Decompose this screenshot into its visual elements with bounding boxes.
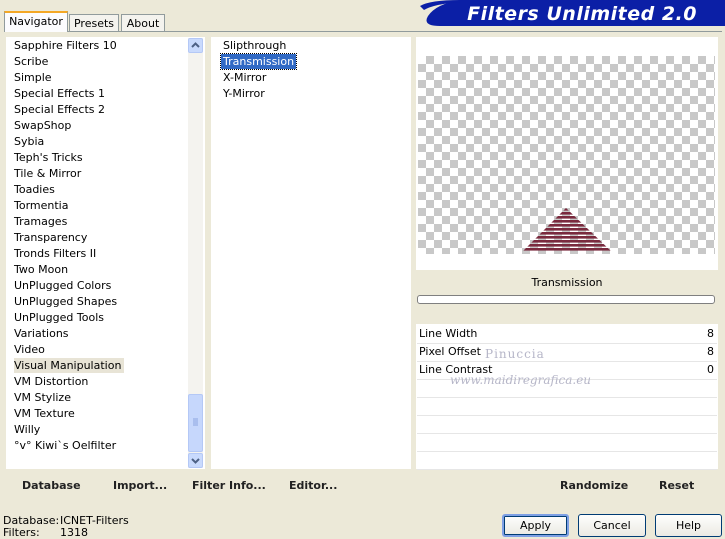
watermark-name: Pinuccia <box>485 347 545 361</box>
title-banner: Filters Unlimited 2.0 <box>420 0 725 26</box>
filter-progress-bar <box>417 295 715 304</box>
chevron-down-icon <box>191 458 200 464</box>
app-title: Filters Unlimited 2.0 <box>467 3 697 25</box>
category-item[interactable]: SwapShop <box>14 118 74 133</box>
scroll-down-button[interactable] <box>188 453 203 468</box>
filter-name-label: Transmission <box>416 272 718 292</box>
category-item[interactable]: Transparency <box>14 230 90 245</box>
parameter-row[interactable]: Line Width 8 <box>417 326 717 344</box>
category-item[interactable]: Tramages <box>14 214 70 229</box>
category-item[interactable]: Special Effects 1 <box>14 86 108 101</box>
category-item[interactable]: °v° Kiwi`s Oelfilter <box>14 438 119 453</box>
category-item[interactable]: Willy <box>14 422 43 437</box>
parameter-row <box>417 398 717 416</box>
category-item[interactable]: Visual Manipulation <box>14 358 125 373</box>
tab-navigator[interactable]: Navigator <box>4 11 68 32</box>
filter-info-button[interactable]: Filter Info... <box>192 479 266 492</box>
cancel-button[interactable]: Cancel <box>578 514 646 537</box>
filter-item[interactable]: Transmission <box>219 53 298 70</box>
filters-count-value: 1318 <box>60 526 88 539</box>
preview-shape <box>522 208 612 251</box>
category-item[interactable]: Special Effects 2 <box>14 102 108 117</box>
category-item[interactable]: Video <box>14 342 48 357</box>
category-item[interactable]: UnPlugged Tools <box>14 310 107 325</box>
scroll-up-button[interactable] <box>188 38 203 53</box>
parameter-label: Line Width <box>419 327 478 340</box>
category-item[interactable]: Tile & Mirror <box>14 166 84 181</box>
preview-image <box>418 56 715 254</box>
category-item[interactable]: VM Texture <box>14 406 78 421</box>
category-item[interactable]: UnPlugged Shapes <box>14 294 120 309</box>
parameter-value[interactable]: 8 <box>707 327 714 340</box>
database-button[interactable]: Database <box>22 479 81 492</box>
category-item[interactable]: Sybia <box>14 134 47 149</box>
category-item[interactable]: Tronds Filters II <box>14 246 99 261</box>
filter-item[interactable]: Y-Mirror <box>221 86 267 101</box>
grip-icon <box>193 418 198 426</box>
watermark-url: www.maidiregrafica.eu <box>450 373 592 387</box>
category-item[interactable]: Toadies <box>14 182 58 197</box>
parameter-value[interactable]: 0 <box>707 363 714 376</box>
category-item[interactable]: VM Distortion <box>14 374 91 389</box>
category-item[interactable]: Tormentia <box>14 198 71 213</box>
category-item[interactable]: Simple <box>14 70 55 85</box>
reset-button[interactable]: Reset <box>659 479 694 492</box>
parameter-row[interactable]: Pixel Offset 8 <box>417 344 717 362</box>
parameter-row <box>417 416 717 434</box>
tab-presets[interactable]: Presets <box>69 14 119 31</box>
filter-item[interactable]: Slipthrough <box>221 38 288 53</box>
filter-item[interactable]: X-Mirror <box>221 70 268 85</box>
tab-navigator-label: Navigator <box>9 15 63 28</box>
parameter-row <box>417 452 717 470</box>
category-item[interactable]: Variations <box>14 326 72 341</box>
help-button[interactable]: Help <box>655 514 722 537</box>
parameter-row <box>417 434 717 452</box>
import-button[interactable]: Import... <box>113 479 167 492</box>
apply-button[interactable]: Apply <box>502 514 569 537</box>
randomize-button[interactable]: Randomize <box>560 479 628 492</box>
filters-count-label: Filters: <box>3 526 40 539</box>
category-item[interactable]: UnPlugged Colors <box>14 278 114 293</box>
category-item[interactable]: Teph's Tricks <box>14 150 86 165</box>
tab-presets-label: Presets <box>73 17 115 30</box>
tab-about-label: About <box>126 17 160 30</box>
chevron-up-icon <box>191 42 200 48</box>
parameter-label: Pixel Offset <box>419 345 481 358</box>
category-item[interactable]: Two Moon <box>14 262 71 277</box>
editor-button[interactable]: Editor... <box>289 479 337 492</box>
category-item[interactable]: Scribe <box>14 54 51 69</box>
scroll-thumb[interactable] <box>188 394 203 452</box>
category-item[interactable]: VM Stylize <box>14 390 74 405</box>
tab-strip-line <box>4 31 722 32</box>
parameter-value[interactable]: 8 <box>707 345 714 358</box>
tab-about[interactable]: About <box>121 14 165 31</box>
filter-list[interactable] <box>211 37 411 469</box>
category-item[interactable]: Sapphire Filters 10 <box>14 38 120 53</box>
